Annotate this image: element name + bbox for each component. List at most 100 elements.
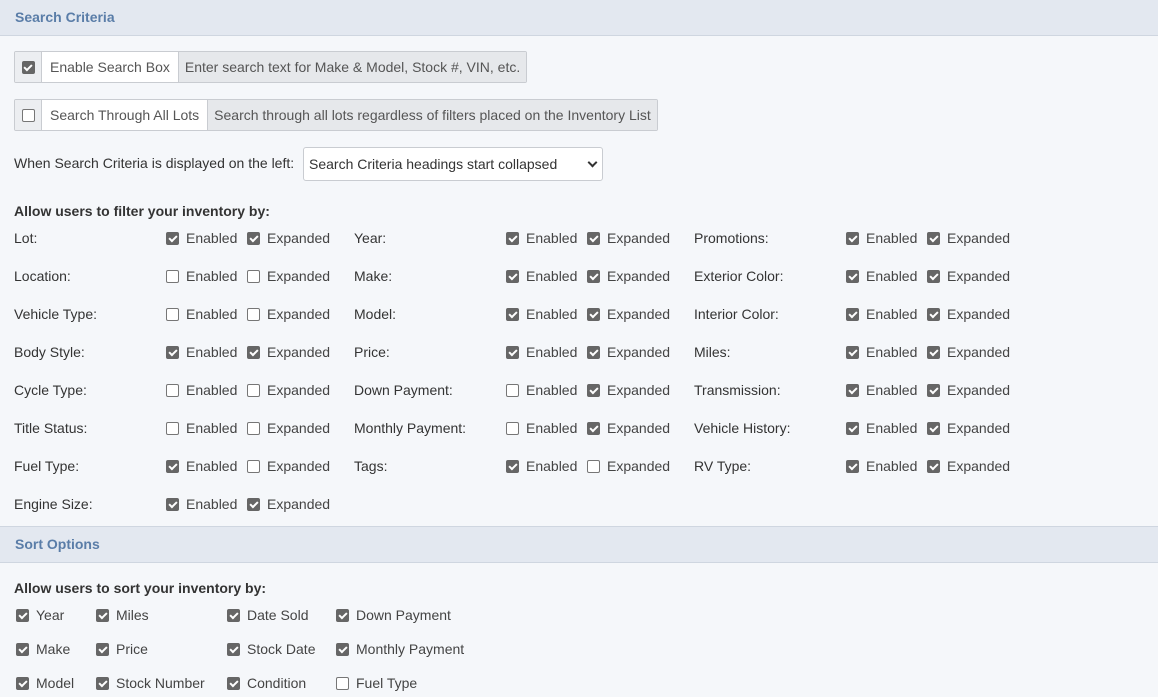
filter-body-style-enabled-checkbox[interactable] [166, 345, 179, 359]
filter-monthly-payment-enabled[interactable]: Enabled [506, 420, 577, 436]
sort-fuel-type[interactable]: Fuel Type [336, 675, 417, 691]
filter-title-status-enabled-checkbox[interactable] [166, 421, 179, 435]
sort-date-sold-checkbox[interactable] [227, 608, 240, 622]
filter-vehicle-history-enabled[interactable]: Enabled [846, 420, 917, 436]
filter-location-enabled-checkbox[interactable] [166, 269, 179, 283]
filter-rv-type-expanded-checkbox[interactable] [927, 459, 940, 473]
filter-make-expanded-checkbox[interactable] [587, 269, 600, 283]
filter-down-payment-enabled[interactable]: Enabled [506, 382, 577, 398]
filter-year-expanded-checkbox[interactable] [587, 231, 600, 245]
sort-stock-number-checkbox[interactable] [96, 676, 109, 690]
filter-tags-expanded-checkbox[interactable] [587, 459, 600, 473]
filter-exterior-color-expanded-checkbox[interactable] [927, 269, 940, 283]
filter-body-style-enabled[interactable]: Enabled [166, 344, 237, 360]
filter-monthly-payment-expanded[interactable]: Expanded [587, 420, 670, 436]
filter-price-expanded[interactable]: Expanded [587, 344, 670, 360]
sort-fuel-type-checkbox[interactable] [336, 676, 349, 690]
filter-rv-type-enabled[interactable]: Enabled [846, 458, 917, 474]
filter-engine-size-expanded[interactable]: Expanded [247, 496, 330, 512]
filter-vehicle-type-enabled[interactable]: Enabled [166, 306, 237, 322]
filter-engine-size-enabled[interactable]: Enabled [166, 496, 237, 512]
filter-make-enabled-checkbox[interactable] [506, 269, 519, 283]
sort-model-checkbox[interactable] [16, 676, 29, 690]
filter-miles-expanded-checkbox[interactable] [927, 345, 940, 359]
filter-down-payment-expanded-checkbox[interactable] [587, 383, 600, 397]
filter-promotions-enabled-checkbox[interactable] [846, 231, 859, 245]
filter-model-expanded[interactable]: Expanded [587, 306, 670, 322]
filter-miles-expanded[interactable]: Expanded [927, 344, 1010, 360]
display-option-select[interactable]: Search Criteria headings start collapsed [303, 147, 603, 181]
sort-down-payment-checkbox[interactable] [336, 608, 349, 622]
search-all-lots-checkbox[interactable] [21, 108, 35, 122]
filter-make-expanded[interactable]: Expanded [587, 268, 670, 284]
filter-fuel-type-expanded-checkbox[interactable] [247, 459, 260, 473]
filter-engine-size-expanded-checkbox[interactable] [247, 497, 260, 511]
filter-vehicle-type-expanded-checkbox[interactable] [247, 307, 260, 321]
filter-year-enabled[interactable]: Enabled [506, 230, 577, 246]
enable-search-box-checkbox[interactable] [21, 60, 35, 74]
filter-interior-color-enabled-checkbox[interactable] [846, 307, 859, 321]
filter-interior-color-expanded-checkbox[interactable] [927, 307, 940, 321]
filter-promotions-expanded-checkbox[interactable] [927, 231, 940, 245]
filter-fuel-type-enabled[interactable]: Enabled [166, 458, 237, 474]
filter-down-payment-enabled-checkbox[interactable] [506, 383, 519, 397]
filter-make-enabled[interactable]: Enabled [506, 268, 577, 284]
sort-condition-checkbox[interactable] [227, 676, 240, 690]
filter-rv-type-enabled-checkbox[interactable] [846, 459, 859, 473]
filter-tags-enabled-checkbox[interactable] [506, 459, 519, 473]
sort-make-checkbox[interactable] [16, 642, 29, 656]
filter-engine-size-enabled-checkbox[interactable] [166, 497, 179, 511]
filter-fuel-type-expanded[interactable]: Expanded [247, 458, 330, 474]
filter-lot-expanded[interactable]: Expanded [247, 230, 330, 246]
filter-title-status-expanded[interactable]: Expanded [247, 420, 330, 436]
sort-miles[interactable]: Miles [96, 607, 149, 623]
filter-lot-enabled-checkbox[interactable] [166, 231, 179, 245]
sort-monthly-payment-checkbox[interactable] [336, 642, 349, 656]
sort-stock-number[interactable]: Stock Number [96, 675, 205, 691]
filter-exterior-color-expanded[interactable]: Expanded [927, 268, 1010, 284]
filter-body-style-expanded-checkbox[interactable] [247, 345, 260, 359]
filter-down-payment-expanded[interactable]: Expanded [587, 382, 670, 398]
filter-monthly-payment-expanded-checkbox[interactable] [587, 421, 600, 435]
filter-lot-expanded-checkbox[interactable] [247, 231, 260, 245]
filter-location-expanded[interactable]: Expanded [247, 268, 330, 284]
sort-miles-checkbox[interactable] [96, 608, 109, 622]
sort-price[interactable]: Price [96, 641, 148, 657]
sort-year-checkbox[interactable] [16, 608, 29, 622]
filter-exterior-color-enabled-checkbox[interactable] [846, 269, 859, 283]
filter-location-expanded-checkbox[interactable] [247, 269, 260, 283]
filter-vehicle-history-expanded-checkbox[interactable] [927, 421, 940, 435]
filter-model-enabled-checkbox[interactable] [506, 307, 519, 321]
sort-condition[interactable]: Condition [227, 675, 306, 691]
filter-transmission-expanded-checkbox[interactable] [927, 383, 940, 397]
sort-year[interactable]: Year [16, 607, 64, 623]
filter-miles-enabled-checkbox[interactable] [846, 345, 859, 359]
filter-transmission-enabled-checkbox[interactable] [846, 383, 859, 397]
filter-transmission-expanded[interactable]: Expanded [927, 382, 1010, 398]
sort-make[interactable]: Make [16, 641, 70, 657]
sort-price-checkbox[interactable] [96, 642, 109, 656]
filter-location-enabled[interactable]: Enabled [166, 268, 237, 284]
filter-price-expanded-checkbox[interactable] [587, 345, 600, 359]
filter-cycle-type-enabled[interactable]: Enabled [166, 382, 237, 398]
filter-vehicle-history-enabled-checkbox[interactable] [846, 421, 859, 435]
filter-year-enabled-checkbox[interactable] [506, 231, 519, 245]
filter-cycle-type-expanded[interactable]: Expanded [247, 382, 330, 398]
filter-monthly-payment-enabled-checkbox[interactable] [506, 421, 519, 435]
filter-year-expanded[interactable]: Expanded [587, 230, 670, 246]
filter-title-status-enabled[interactable]: Enabled [166, 420, 237, 436]
sort-stock-date[interactable]: Stock Date [227, 641, 315, 657]
filter-promotions-expanded[interactable]: Expanded [927, 230, 1010, 246]
sort-model[interactable]: Model [16, 675, 74, 691]
filter-price-enabled[interactable]: Enabled [506, 344, 577, 360]
filter-vehicle-history-expanded[interactable]: Expanded [927, 420, 1010, 436]
filter-model-enabled[interactable]: Enabled [506, 306, 577, 322]
filter-exterior-color-enabled[interactable]: Enabled [846, 268, 917, 284]
filter-cycle-type-expanded-checkbox[interactable] [247, 383, 260, 397]
filter-fuel-type-enabled-checkbox[interactable] [166, 459, 179, 473]
filter-promotions-enabled[interactable]: Enabled [846, 230, 917, 246]
filter-lot-enabled[interactable]: Enabled [166, 230, 237, 246]
filter-vehicle-type-enabled-checkbox[interactable] [166, 307, 179, 321]
filter-vehicle-type-expanded[interactable]: Expanded [247, 306, 330, 322]
filter-tags-enabled[interactable]: Enabled [506, 458, 577, 474]
